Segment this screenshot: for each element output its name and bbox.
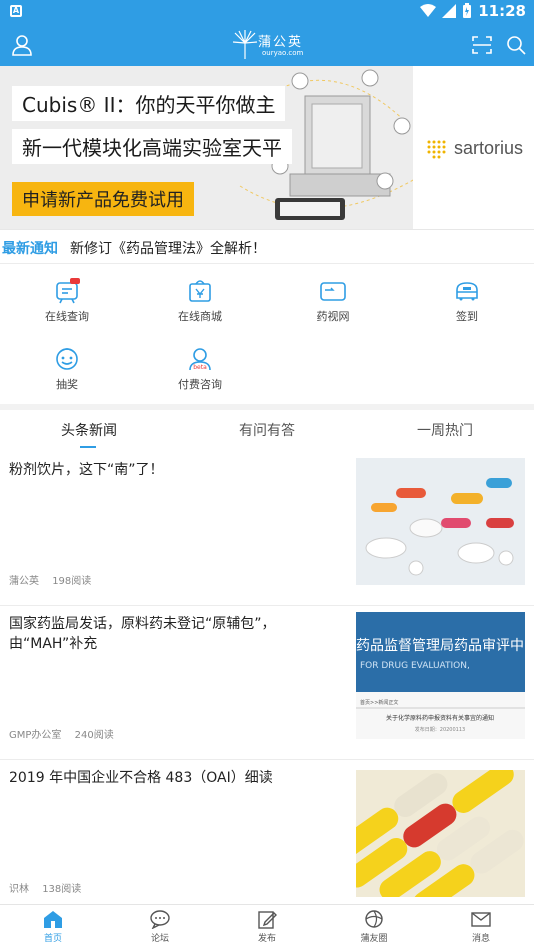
sartorius-dots-icon — [427, 140, 446, 158]
article-thumbnail-capsules[interactable] — [356, 770, 525, 897]
sartorius-wordmark: sartorius — [454, 138, 524, 158]
article-meta: GMP办公室 240阅读 — [9, 726, 124, 741]
logo-text: 蒲公英 — [258, 35, 304, 50]
article-thumbnail-document[interactable]: 药品监督管理局药品审评中 FOR DRUG EVALUATION, 首页>>新闻… — [356, 612, 525, 739]
quick-link-paid-consult[interactable]: beta 付费咨询 — [133, 332, 267, 398]
nav-circle[interactable]: 蒲友圈 — [344, 909, 404, 944]
list-item[interactable]: 2019 年中国企业不合格 483（OAI）细读 识林 138阅读 — [0, 760, 534, 904]
quick-link-label: 在线商城 — [178, 310, 222, 323]
online-mall-icon — [189, 280, 211, 302]
dandelion-icon — [232, 30, 258, 59]
paid-consult-icon: beta — [189, 348, 211, 371]
clock: 11:28 — [478, 2, 526, 20]
article-title[interactable]: 2019 年中国企业不合格 483（OAI）细读 — [9, 768, 345, 788]
quick-link-lottery[interactable]: 抽奖 — [0, 332, 134, 398]
doc-breadcrumb: 首页>>新闻正文 — [360, 699, 398, 706]
doc-title: 关于化学原料药申报资料有关事宜的通知 — [386, 714, 494, 722]
user-icon[interactable] — [10, 33, 34, 57]
nav-home[interactable]: 首页 — [23, 909, 83, 944]
article-title[interactable]: 粉剂饮片，这下“南”了！ — [9, 460, 345, 480]
list-item[interactable]: 国家药监局发话，原料药未登记“原辅包”，由“MAH”补充 GMP办公室 240阅… — [0, 606, 534, 760]
tab-weekly-hot[interactable]: 一周热门 — [417, 420, 473, 440]
lottery-icon — [56, 348, 78, 370]
banner-subheadline: 新一代模块化高端实验室天平 — [12, 129, 292, 164]
nav-label: 首页 — [43, 934, 62, 944]
quick-link-label: 签到 — [456, 310, 478, 323]
scan-icon[interactable] — [470, 33, 494, 57]
article-thumbnail-pills[interactable] — [356, 458, 525, 585]
doc-heading: 药品监督管理局药品审评中 — [356, 638, 524, 654]
wifi-icon — [420, 4, 437, 17]
checkin-icon — [456, 282, 478, 301]
home-icon — [44, 911, 62, 928]
document-image: 药品监督管理局药品审评中 FOR DRUG EVALUATION, 首页>>新闻… — [356, 612, 525, 739]
article-title[interactable]: 国家药监局发话，原料药未登记“原辅包”，由“MAH”补充 — [9, 614, 345, 654]
quick-link-label: 抽奖 — [56, 378, 78, 391]
online-query-icon — [56, 278, 80, 304]
battery-icon — [463, 3, 472, 18]
capsules-image — [356, 770, 525, 897]
notice-text[interactable]: 新修订《药品管理法》全解析！ — [70, 238, 266, 258]
video-icon — [320, 282, 346, 301]
promo-banner[interactable]: Cubis® II：你的天平你做主 新一代模块化高端实验室天平 申请新产品免费试… — [0, 66, 534, 230]
publish-icon — [258, 911, 277, 929]
forum-icon — [150, 910, 170, 929]
article-reads: 138阅读 — [42, 884, 82, 895]
status-icons: 11:28 — [420, 2, 526, 20]
logo-url: ouryao.com — [262, 49, 304, 57]
active-tab-indicator — [80, 446, 96, 448]
quick-link-label: 在线查询 — [45, 310, 89, 323]
nav-label: 消息 — [471, 934, 490, 944]
quick-links-grid: 在线查询 在线商城 药视网 签到 抽奖 beta 付费咨询 — [0, 264, 534, 404]
banner-left-panel: Cubis® II：你的天平你做主 新一代模块化高端实验室天平 申请新产品免费试… — [0, 66, 421, 229]
article-reads: 198阅读 — [52, 576, 92, 587]
quick-link-online-mall[interactable]: 在线商城 — [133, 264, 267, 330]
notification-icon: A — [10, 5, 22, 17]
message-icon — [471, 912, 491, 927]
quick-link-label: 药视网 — [316, 310, 350, 323]
quick-link-video[interactable]: 药视网 — [266, 264, 400, 330]
signal-icon — [442, 4, 457, 18]
app-logo: 蒲公英 ouryao.com — [232, 29, 304, 61]
tab-qa[interactable]: 有问有答 — [239, 420, 295, 440]
article-reads: 240阅读 — [74, 730, 114, 741]
article-author: 蒲公英 — [9, 576, 39, 587]
nav-label: 发布 — [257, 934, 276, 944]
notice-bar[interactable]: 最新通知 新修订《药品管理法》全解析！ — [0, 230, 534, 264]
nav-label: 论坛 — [150, 934, 169, 944]
nav-label: 蒲友圈 — [360, 934, 388, 944]
list-item[interactable]: 粉剂饮片，这下“南”了！ 蒲公英 198阅读 — [0, 452, 534, 606]
nav-publish[interactable]: 发布 — [237, 909, 297, 944]
search-icon[interactable] — [504, 33, 528, 57]
quick-link-online-query[interactable]: 在线查询 — [0, 264, 134, 330]
notice-tag: 最新通知 — [2, 241, 58, 257]
circle-icon — [365, 910, 383, 928]
status-bar: A 11:28 — [0, 0, 534, 24]
banner-cta-button[interactable]: 申请新产品免费试用 — [12, 182, 194, 216]
bottom-nav: 首页 论坛 发布 蒲友圈 消息 — [0, 904, 534, 950]
article-author: 识林 — [9, 884, 29, 895]
sartorius-logo: sartorius — [426, 138, 523, 159]
doc-date: 发布日期：20200113 — [415, 726, 465, 733]
app-bar: 蒲公英 ouryao.com — [0, 24, 534, 66]
article-author: GMP办公室 — [9, 730, 62, 741]
quick-link-checkin[interactable]: 签到 — [400, 264, 534, 330]
pills-image — [356, 458, 525, 585]
nav-forum[interactable]: 论坛 — [130, 909, 190, 944]
article-meta: 识林 138阅读 — [9, 880, 91, 895]
nav-messages[interactable]: 消息 — [451, 909, 511, 944]
article-meta: 蒲公英 198阅读 — [9, 572, 101, 587]
news-tabs: 头条新闻 有问有答 一周热门 — [0, 410, 534, 452]
beta-badge: beta — [193, 364, 207, 371]
doc-subheading: FOR DRUG EVALUATION, — [360, 661, 470, 671]
banner-headline: Cubis® II：你的天平你做主 — [12, 86, 286, 121]
tab-headlines[interactable]: 头条新闻 — [61, 420, 117, 440]
quick-link-label: 付费咨询 — [178, 378, 222, 391]
